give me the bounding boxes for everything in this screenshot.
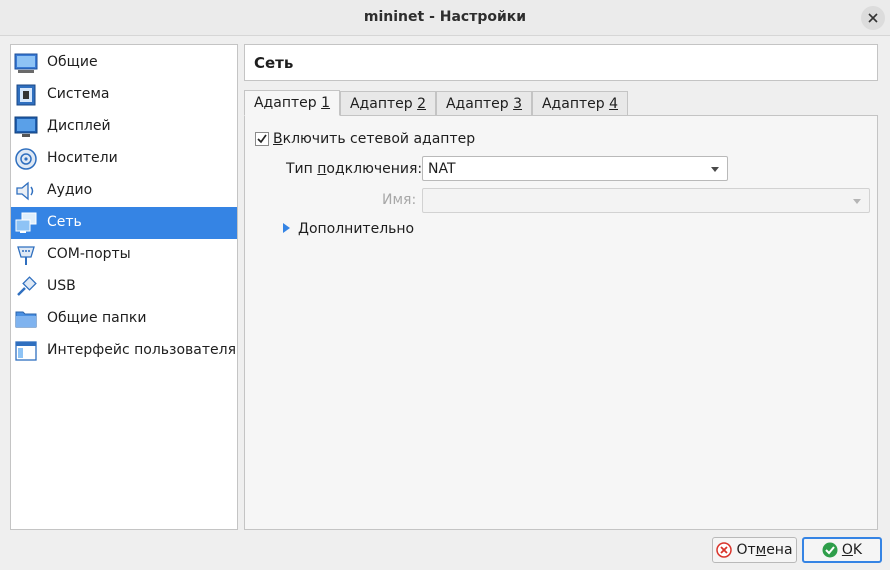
sidebar-item-label: Интерфейс пользователя — [47, 342, 237, 358]
settings-sidebar: Общие Система Дисплей Носители Аудио Сет… — [10, 44, 238, 530]
enable-adapter-label[interactable]: Включить сетевой адаптер — [273, 131, 475, 147]
name-select[interactable] — [422, 188, 870, 213]
cancel-label-pre: От — [736, 542, 756, 558]
tab-label-prefix: Адаптер — [445, 95, 514, 112]
system-icon — [16, 84, 36, 106]
sidebar-item-label: Система — [47, 86, 110, 102]
sidebar-item-network[interactable]: Сеть — [11, 207, 237, 239]
audio-icon — [16, 181, 34, 201]
sidebar-item-label: Общие папки — [47, 310, 147, 326]
sidebar-item-label: Сеть — [47, 214, 82, 230]
page-title: Сеть — [254, 54, 294, 72]
ok-label-post: K — [852, 542, 863, 558]
ok-icon — [822, 542, 838, 558]
attachment-type-label: Тип подключения: — [286, 161, 422, 177]
sidebar-item-shared-folders[interactable]: Общие папки — [11, 303, 237, 335]
tab-mnemonic: 1 — [321, 95, 331, 111]
attachment-label-post: одключения: — [326, 161, 423, 177]
attachment-type-value: NAT — [428, 161, 456, 177]
cancel-label-post: ена — [766, 542, 793, 558]
user-interface-icon — [15, 341, 37, 361]
sidebar-item-user-interface[interactable]: Интерфейс пользователя — [11, 335, 237, 367]
cancel-button[interactable]: Отмена — [712, 537, 797, 563]
advanced-expander[interactable]: Дополнительно — [298, 221, 414, 237]
tab-adapter-2[interactable]: Адаптер 2 — [340, 91, 436, 116]
page-header: Сеть — [244, 44, 878, 81]
sidebar-item-label: Носители — [47, 150, 118, 166]
sidebar-item-general[interactable]: Общие — [11, 47, 237, 79]
chevron-down-icon — [853, 199, 861, 204]
shared-folder-icon — [15, 311, 37, 328]
tab-adapter-3[interactable]: Адаптер 3 — [436, 91, 532, 116]
window-title: mininet - Настройки — [363, 9, 527, 25]
general-icon — [14, 53, 38, 73]
title-bar: mininet - Настройки — [0, 0, 890, 36]
attachment-label-pre: Тип — [286, 161, 318, 177]
cancel-label: Отмена — [736, 542, 792, 558]
sidebar-item-audio[interactable]: Аудио — [11, 175, 237, 207]
tab-mnemonic: 2 — [417, 95, 427, 112]
sidebar-item-label: Общие — [47, 54, 98, 70]
sidebar-item-display[interactable]: Дисплей — [11, 111, 237, 143]
tab-mnemonic: 4 — [609, 95, 619, 112]
serial-ports-icon — [17, 246, 35, 265]
sidebar-item-label: COM-порты — [47, 246, 131, 262]
cancel-mnemonic: м — [755, 542, 767, 558]
display-icon — [14, 116, 38, 137]
ok-button[interactable]: ОK — [802, 537, 882, 563]
close-icon — [868, 13, 878, 23]
enable-adapter-mnemonic: В — [273, 131, 283, 147]
chevron-down-icon — [711, 167, 719, 172]
advanced-text: ополнительно — [308, 221, 415, 237]
sidebar-item-serial-ports[interactable]: COM-порты — [11, 239, 237, 271]
storage-icon — [15, 148, 37, 170]
tab-mnemonic: 3 — [513, 95, 523, 112]
sidebar-item-storage[interactable]: Носители — [11, 143, 237, 175]
sidebar-item-usb[interactable]: USB — [11, 271, 237, 303]
sidebar-item-label: USB — [47, 278, 76, 294]
cancel-icon — [716, 542, 733, 558]
usb-icon — [17, 276, 37, 296]
network-icon — [15, 212, 37, 233]
attachment-type-select[interactable]: NAT — [422, 156, 728, 181]
sidebar-item-system[interactable]: Система — [11, 79, 237, 111]
checkmark-icon — [257, 134, 267, 144]
sidebar-item-label: Дисплей — [47, 118, 111, 134]
advanced-mnemonic: Д — [298, 221, 309, 237]
enable-adapter-checkbox[interactable] — [255, 132, 269, 146]
expand-arrow-icon[interactable] — [283, 223, 290, 233]
tab-label-prefix: Адаптер — [541, 95, 610, 112]
tab-adapter-4[interactable]: Адаптер 4 — [532, 91, 628, 116]
close-button[interactable] — [861, 6, 885, 30]
tab-label-prefix: Адаптер — [253, 95, 322, 111]
tab-adapter-1[interactable]: Адаптер 1 — [244, 90, 340, 116]
ok-label: ОK — [842, 542, 862, 558]
enable-adapter-text: ключить сетевой адаптер — [282, 131, 476, 147]
sidebar-item-label: Аудио — [47, 182, 93, 198]
tab-label-prefix: Адаптер — [349, 95, 418, 112]
name-label: Имя: — [382, 192, 417, 208]
ok-mnemonic: О — [841, 542, 853, 558]
